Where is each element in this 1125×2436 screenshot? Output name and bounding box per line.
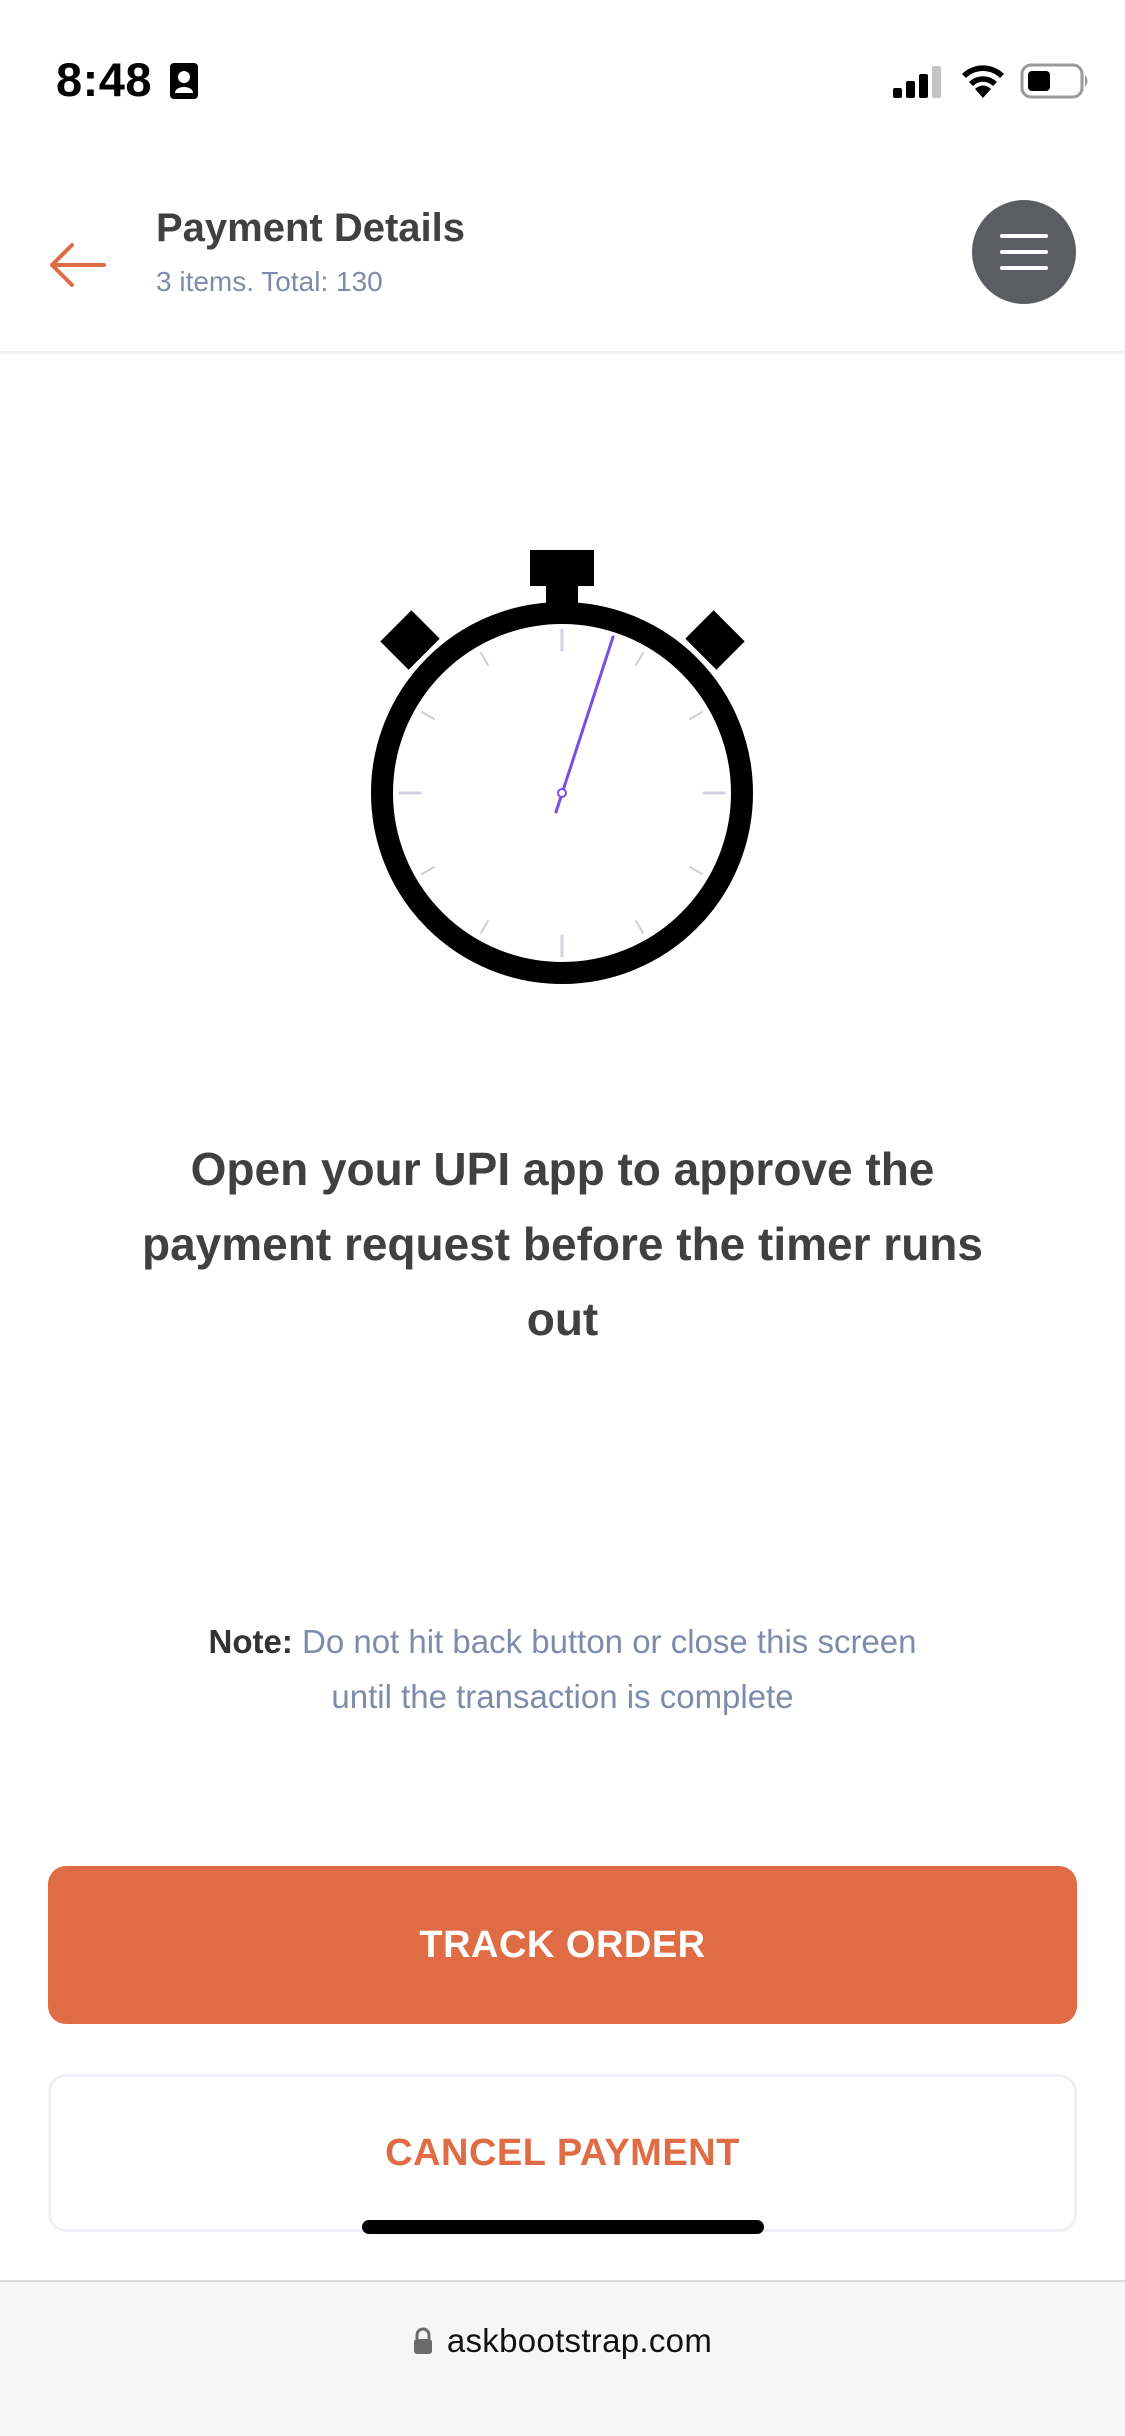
page-title: Payment Details: [156, 206, 466, 250]
cellular-signal-icon: [893, 66, 941, 98]
track-order-button[interactable]: TRACK ORDER: [48, 1866, 1077, 2024]
menu-button[interactable]: [972, 200, 1076, 304]
back-button[interactable]: [44, 230, 114, 300]
app-header: Payment Details 3 items. Total: 130: [0, 190, 1125, 354]
contact-card-icon: [170, 63, 198, 99]
cancel-payment-button[interactable]: CANCEL PAYMENT: [48, 2074, 1077, 2232]
battery-icon: [1020, 63, 1088, 99]
note-label: Note:: [208, 1623, 293, 1660]
status-bar: 8:48: [0, 0, 1125, 160]
browser-address-bar[interactable]: askbootstrap.com: [0, 2280, 1125, 2436]
url-text: askbootstrap.com: [446, 2322, 713, 2359]
wifi-icon: [962, 65, 1004, 98]
arrow-left-icon: [50, 243, 106, 287]
url-container: askbootstrap.com: [0, 2322, 1125, 2360]
payment-details-screen: 8:48 Payment Details 3 items. Total: 130…: [0, 0, 1125, 2436]
approval-instruction: Open your UPI app to approve the payment…: [142, 1143, 983, 1345]
lock-icon: [413, 2327, 432, 2354]
order-summary: 3 items. Total: 130: [156, 266, 383, 297]
status-time: 8:48: [56, 53, 153, 106]
stopwatch-icon: [371, 550, 753, 984]
warning-note: Note: Do not hit back button or close th…: [180, 1614, 945, 1724]
hamburger-menu-icon: [1000, 234, 1048, 270]
note-text: Do not hit back button or close this scr…: [292, 1623, 917, 1715]
home-indicator[interactable]: [362, 2220, 764, 2234]
